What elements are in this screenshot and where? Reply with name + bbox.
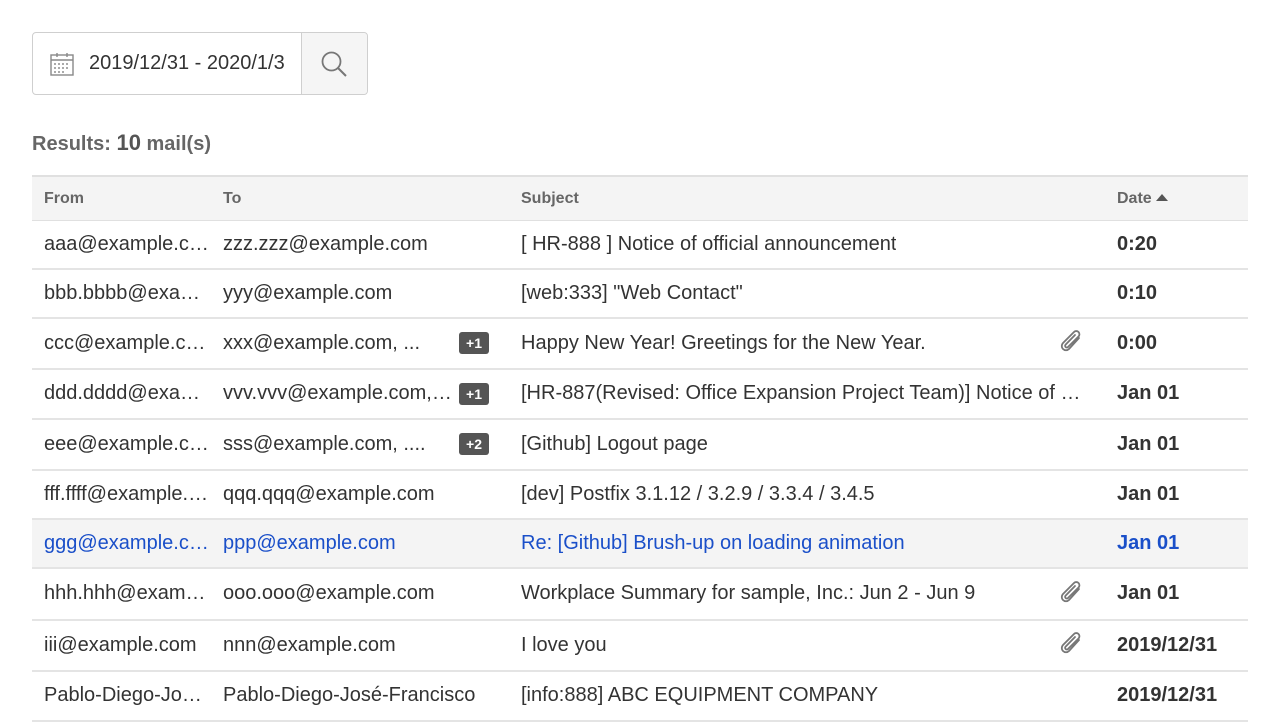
cell-from: ggg@example.com [32, 518, 211, 569]
table-header-row: From To Subject Date [32, 175, 1248, 221]
table-row[interactable]: aaa@example.com zzz.zzz@example.com [ HR-8… [32, 220, 1248, 270]
table-row[interactable]: hhh.hhh@example.com ooo.ooo@example.com Wo… [32, 567, 1248, 621]
cell-to: ppp@example.com [211, 518, 509, 569]
column-header-subject[interactable]: Subject [509, 175, 1105, 221]
cell-to: qqq.qqq@example.com [211, 469, 509, 520]
cell-to-text: vvv.vvv@example.com, ... [223, 382, 454, 404]
cell-from: fff.ffff@example.com [32, 469, 211, 520]
cell-to-text: yyy@example.com [223, 281, 393, 304]
cell-from: bbb.bbbb@example.com [32, 268, 211, 319]
cell-date: 2019/12/31 [1105, 619, 1248, 672]
cell-to-text: ooo.ooo@example.com [223, 582, 435, 604]
table-row[interactable]: ddd.dddd@example.comvvv.vvv@example.com,… [32, 368, 1248, 420]
cell-subject-text: [HR-887(Revised: Office Expansion Projec… [521, 382, 1085, 404]
search-button[interactable] [300, 33, 367, 94]
table-row[interactable]: iii@example.com nnn@example.com I love you… [32, 619, 1248, 672]
results-summary: Results: 10 mail(s) [32, 130, 211, 156]
cell-subject-text: [info:888] ABC EQUIPMENT COMPANY [521, 684, 879, 706]
column-header-from-label: From [44, 189, 84, 207]
cell-date: 0:10 [1105, 268, 1248, 319]
mail-table: From To Subject Date aaa@example.com zzz.… [32, 175, 1248, 722]
cell-subject-text: [dev] Postfix 3.1.12 / 3.2.9 / 3.3.4 / 3… [521, 482, 875, 505]
cell-from: iii@example.com [32, 619, 211, 672]
cell-subject-text: Re: [Github] Brush-up on loading animati… [521, 531, 905, 554]
cell-to: nnn@example.com [211, 619, 509, 672]
cell-subject-text: [web:333] "Web Contact" [521, 281, 743, 304]
cell-date: 0:20 [1105, 220, 1248, 270]
column-header-to-label: To [223, 189, 242, 207]
paperclip-icon [1060, 580, 1081, 602]
cell-from: aaa@example.com [32, 220, 211, 270]
column-header-from[interactable]: From [32, 175, 211, 221]
paperclip-icon [1060, 632, 1081, 654]
results-label: Results: [32, 133, 111, 155]
cell-to-text: qqq.qqq@example.com [223, 482, 435, 505]
search-icon [322, 51, 348, 77]
cell-subject: Happy New Year! Greetings for the New Ye… [509, 317, 1105, 370]
table-row[interactable]: bbb.bbbb@example.com yyy@example.com [web:… [32, 268, 1248, 319]
cell-subject-text: Happy New Year! Greetings for the New Ye… [521, 331, 926, 354]
cell-date: Jan 01 [1105, 518, 1248, 569]
date-range-field[interactable]: 2019/12/31 - 2020/1/3 [33, 33, 301, 94]
cell-subject: Re: [Github] Brush-up on loading animati… [509, 518, 1105, 569]
cell-from: ddd.dddd@example.com [32, 368, 211, 420]
cell-to-text: xxx@example.com, ... [223, 331, 421, 354]
cell-to-text: zzz.zzz@example.com [223, 232, 428, 255]
cell-from: ccc@example.com [32, 317, 211, 370]
cell-to: xxx@example.com, ... +1 [211, 317, 509, 370]
recipient-count-badge: +1 [459, 332, 489, 354]
paperclip-icon [1060, 330, 1081, 352]
cell-to: Pablo-Diego-José-Francisco [211, 670, 509, 722]
cell-subject-text: [Github] Logout page [521, 432, 708, 455]
cell-date: Jan 01 [1105, 567, 1248, 621]
column-header-date-label: Date [1117, 189, 1152, 207]
results-unit: mail(s) [146, 133, 211, 155]
cell-date: Jan 01 [1105, 469, 1248, 520]
cell-to-text: sss@example.com, .... [223, 432, 426, 455]
cell-subject-text: I love you [521, 633, 607, 656]
cell-from: Pablo-Diego-José-Francisco [32, 670, 211, 722]
cell-subject: [HR-887(Revised: Office Expansion Projec… [509, 368, 1105, 420]
cell-subject: [info:888] ABC EQUIPMENT COMPANY [509, 670, 1105, 722]
cell-subject: Workplace Summary for sample, Inc.: Jun … [509, 567, 1105, 621]
cell-to-text: nnn@example.com [223, 633, 396, 656]
cell-subject: I love you [509, 619, 1105, 672]
cell-date: Jan 01 [1105, 368, 1248, 420]
cell-to: ooo.ooo@example.com [211, 567, 509, 621]
cell-to: yyy@example.com [211, 268, 509, 319]
table-row[interactable]: Pablo-Diego-José-Francisco Pablo-Diego-Jo… [32, 670, 1248, 722]
cell-date: 0:00 [1105, 317, 1248, 370]
results-count: 10 [116, 130, 141, 155]
table-row[interactable]: ggg@example.com ppp@example.com Re: [Githu… [32, 518, 1248, 569]
cell-to: vvv.vvv@example.com, ... +1 [211, 368, 509, 420]
cell-subject-text: [ HR-888 ] Notice of official announceme… [521, 232, 897, 255]
column-header-to[interactable]: To [211, 175, 509, 221]
cell-to-text: ppp@example.com [223, 531, 396, 554]
table-row[interactable]: ccc@example.com xxx@example.com, ... +1 Hap… [32, 317, 1248, 370]
cell-subject: [Github] Logout page [509, 418, 1105, 471]
calendar-icon [50, 52, 74, 76]
cell-subject-text: Workplace Summary for sample, Inc.: Jun … [521, 582, 976, 604]
table-row[interactable]: eee@example.com sss@example.com, .... +2 [G… [32, 418, 1248, 471]
column-header-subject-label: Subject [521, 189, 579, 207]
cell-subject: [dev] Postfix 3.1.12 / 3.2.9 / 3.3.4 / 3… [509, 469, 1105, 520]
cell-subject: [web:333] "Web Contact" [509, 268, 1105, 319]
recipient-count-badge: +2 [459, 433, 489, 455]
cell-from: eee@example.com [32, 418, 211, 471]
cell-subject: [ HR-888 ] Notice of official announceme… [509, 220, 1105, 270]
column-header-date[interactable]: Date [1105, 175, 1248, 221]
cell-to: zzz.zzz@example.com [211, 220, 509, 270]
cell-from: hhh.hhh@example.com [32, 567, 211, 621]
cell-to-text: Pablo-Diego-José-Francisco [223, 684, 476, 706]
date-search-bar: 2019/12/31 - 2020/1/3 [32, 32, 368, 95]
cell-to: sss@example.com, .... +2 [211, 418, 509, 471]
table-row[interactable]: fff.ffff@example.com qqq.qqq@example.com [… [32, 469, 1248, 520]
date-range-value: 2019/12/31 - 2020/1/3 [89, 52, 285, 74]
recipient-count-badge: +1 [459, 382, 489, 405]
sort-up-icon [1155, 193, 1168, 201]
cell-date: 2019/12/31 [1105, 670, 1248, 722]
cell-date: Jan 01 [1105, 418, 1248, 471]
